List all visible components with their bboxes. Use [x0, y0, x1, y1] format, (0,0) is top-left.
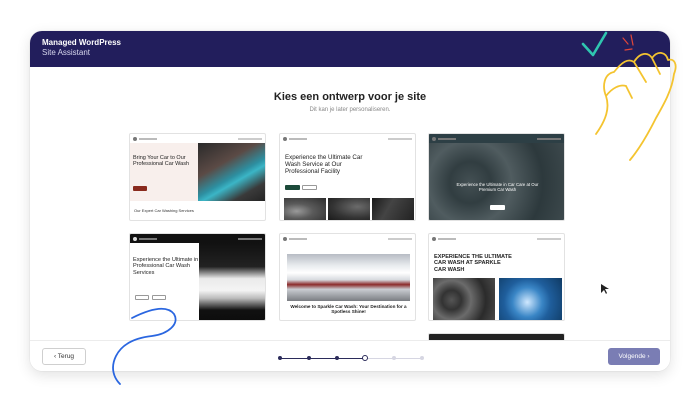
foam-car-photo: [287, 254, 410, 301]
template-nav: [429, 234, 564, 243]
template-title: Experience the Ultimate Car Wash Service…: [285, 154, 363, 176]
template-card-1[interactable]: Bring Your Car to Our Professional Car W…: [129, 133, 266, 221]
gallery-photo-2: [328, 198, 370, 220]
template-nav: [429, 134, 564, 143]
car-wash-photo: [198, 143, 265, 201]
template-cta-secondary: [152, 295, 166, 300]
brand-subtitle: Site Assistant: [42, 48, 91, 57]
template-card-3[interactable]: Experience the Ultimate in Car Care at O…: [428, 133, 565, 221]
wizard-footer: ‹ Terug Volgende ›: [30, 340, 670, 371]
white-car-photo: [199, 243, 265, 320]
page-subtitle: Dit kan je later personaliseren.: [309, 107, 391, 113]
template-cta-secondary: [302, 185, 317, 190]
template-card-5[interactable]: Welcome to Sparkle Car Wash: Your Destin…: [279, 233, 416, 321]
step-indicator: [278, 355, 424, 361]
cleaning-glove-photo: [499, 278, 562, 320]
template-cta: [135, 295, 149, 300]
next-button[interactable]: Volgende ›: [608, 348, 660, 365]
template-cta: [490, 205, 505, 210]
template-cta: [133, 186, 147, 191]
template-title: Experience the Ultimate in Professional …: [133, 257, 199, 276]
template-hero-panel: [130, 143, 198, 201]
template-nav: [130, 234, 265, 243]
template-card-4[interactable]: Experience the Ultimate in Professional …: [129, 233, 266, 321]
step-progress-line: [280, 357, 364, 359]
top-bar: Managed WordPress Site Assistant: [30, 31, 670, 67]
step-dot-5: [392, 356, 396, 360]
tire-photo: [433, 278, 495, 320]
template-title: Welcome to Sparkle Car Wash: Your Destin…: [290, 304, 407, 315]
template-title: Experience the Ultimate in Car Care at O…: [456, 182, 539, 192]
step-dot-current: [362, 355, 368, 361]
step-dot-6: [420, 356, 424, 360]
stage: Managed WordPress Site Assistant Kies ee…: [0, 0, 700, 420]
gallery-photo-3: [372, 198, 414, 220]
template-nav: [130, 134, 265, 143]
page-title: Kies een ontwerp voor je site: [273, 91, 427, 103]
site-assistant-window: Managed WordPress Site Assistant Kies ee…: [30, 31, 670, 371]
step-dot-1: [278, 356, 282, 360]
template-title: EXPERIENCE THE ULTIMATE CAR WASH AT SPAR…: [434, 254, 512, 273]
step-dot-2: [307, 356, 311, 360]
brand-title: Managed WordPress: [42, 38, 121, 47]
template-section-title: Our Expert Car Washing Services: [134, 208, 194, 213]
back-button[interactable]: ‹ Terug: [42, 348, 86, 365]
gallery-photo-1: [284, 198, 326, 220]
template-cta: [285, 185, 300, 190]
template-title: Bring Your Car to Our Professional Car W…: [133, 155, 190, 168]
template-card-6[interactable]: EXPERIENCE THE ULTIMATE CAR WASH AT SPAR…: [428, 233, 565, 321]
template-nav: [280, 134, 415, 143]
template-card-2[interactable]: Experience the Ultimate Car Wash Service…: [279, 133, 416, 221]
step-dot-3: [335, 356, 339, 360]
template-nav: [280, 234, 415, 243]
